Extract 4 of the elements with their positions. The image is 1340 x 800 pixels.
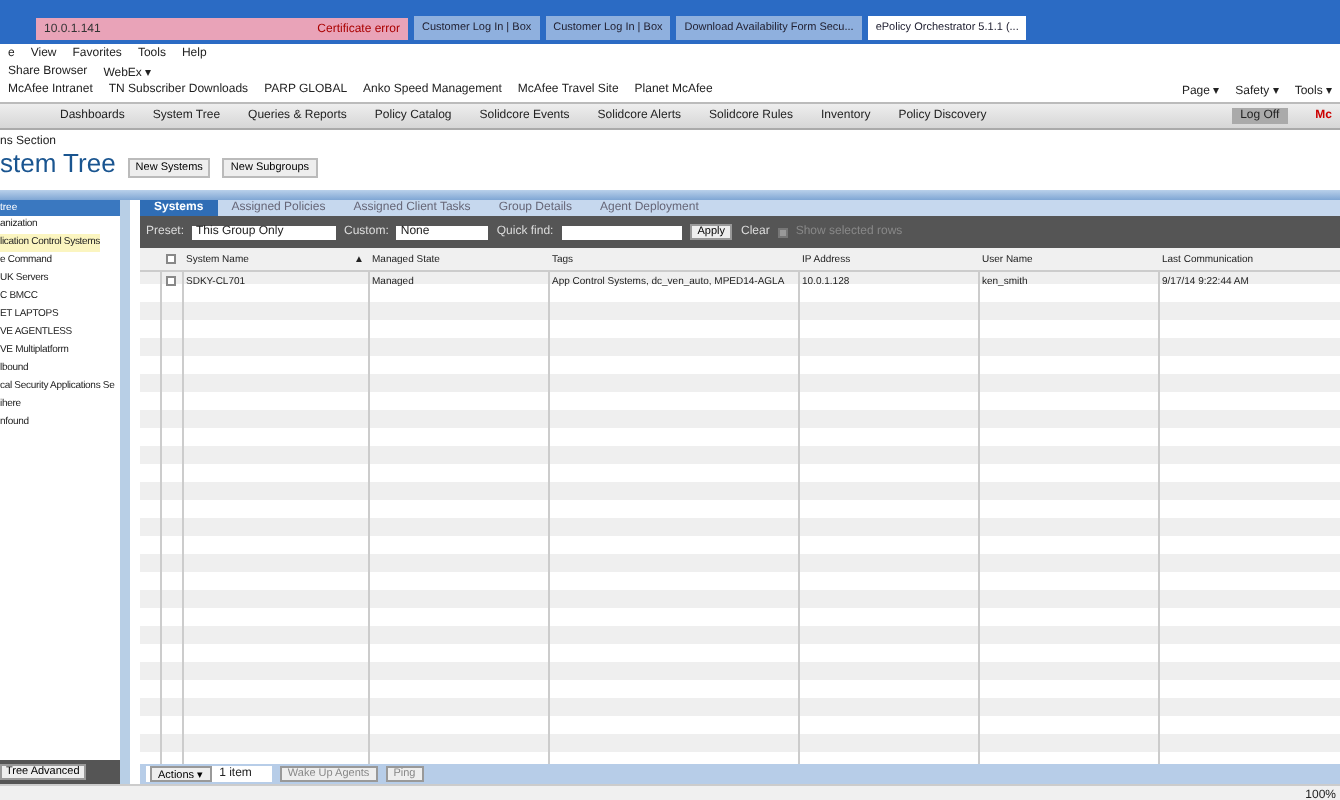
quick-find-field[interactable] xyxy=(561,225,682,239)
page-title: stem Tree xyxy=(0,148,116,178)
row-checkbox[interactable] xyxy=(166,276,176,286)
select-all-checkbox[interactable] xyxy=(166,254,176,264)
